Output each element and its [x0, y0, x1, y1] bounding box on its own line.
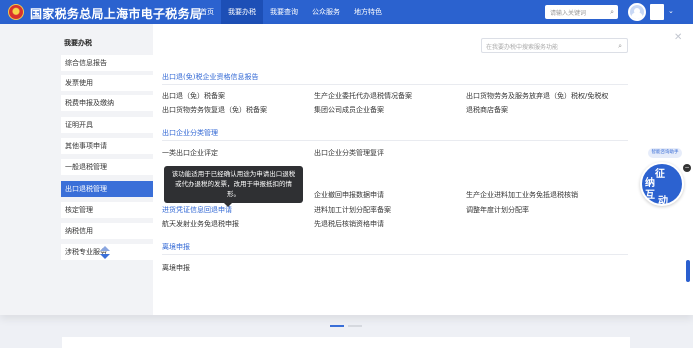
content-card-lower	[62, 337, 630, 348]
section-title-departure: 离境申报	[162, 243, 190, 251]
sidebar-item-export-refund[interactable]: 出口退税管理	[61, 181, 153, 197]
tax-emblem-icon	[8, 4, 24, 20]
header-search-placeholder: 请输入关键词	[550, 10, 587, 17]
assistant-char: 动	[658, 196, 668, 207]
assistant-tag[interactable]: 智能咨询助手	[648, 148, 682, 158]
service-link[interactable]: 先退税后核销资格申请	[314, 219, 384, 229]
service-link[interactable]: 生产企业进料加工业务免抵退税核销	[466, 190, 578, 200]
service-link[interactable]: 调整年度计划分配率	[466, 205, 529, 215]
section-title-qualification: 出口退(免)税企业资格信息报告	[162, 73, 259, 81]
service-link[interactable]: 离境申报	[162, 263, 190, 273]
sidebar-item-tax-declaration[interactable]: 税费申报及缴纳	[61, 95, 153, 111]
sidebar-item-invoice-use[interactable]: 发票使用	[61, 75, 153, 91]
panel-scrollbar[interactable]	[686, 260, 690, 282]
user-avatar[interactable]	[628, 3, 646, 21]
close-icon[interactable]: −	[683, 164, 691, 172]
chevron-down-icon[interactable]: ⌄	[668, 7, 674, 15]
service-link[interactable]: 航天发射业务免退税申报	[162, 219, 239, 229]
nav-public-service[interactable]: 公众服务	[305, 0, 347, 24]
pager-dot-active[interactable]	[330, 325, 344, 327]
sidebar-item-certificate[interactable]: 证明开具	[61, 117, 153, 133]
service-link[interactable]: 企业撤回申报数据申请	[314, 190, 384, 200]
scroll-down-icon[interactable]	[100, 254, 110, 259]
scroll-up-icon[interactable]	[100, 246, 110, 251]
service-search-input[interactable]: 在我要办税中搜索服务功能 ⌕	[481, 38, 628, 53]
service-link[interactable]: 一类出口企业评定	[162, 148, 218, 158]
search-icon[interactable]: ⌕	[618, 42, 622, 51]
service-link[interactable]: 集团公司成员企业备案	[314, 105, 384, 115]
assistant-char: 互	[645, 190, 655, 201]
service-link[interactable]: 出口企业分类管理复评	[314, 148, 384, 158]
main-nav: 首页 我要办税 我要查询 公众服务 地方特色	[193, 0, 389, 24]
site-title: 国家税务总局上海市电子税务局	[30, 7, 203, 21]
divider	[162, 84, 628, 85]
service-search-placeholder: 在我要办税中搜索服务功能	[486, 44, 559, 51]
divider	[162, 140, 628, 141]
top-header: 国家税务总局上海市电子税务局 首页 我要办税 我要查询 公众服务 地方特色 请输…	[0, 0, 693, 24]
header-search-input[interactable]: 请输入关键词 ⌕	[545, 5, 618, 19]
section-title-classification: 出口企业分类管理	[162, 129, 218, 137]
sidebar-item-info-report[interactable]: 综合信息报告	[61, 55, 153, 71]
sidebar-item-general-refund[interactable]: 一般退税管理	[61, 159, 153, 175]
user-name-box[interactable]	[650, 4, 664, 20]
service-link[interactable]: 进料加工计划分配率备案	[314, 205, 391, 215]
pager-dot[interactable]	[348, 325, 362, 327]
carousel-pager[interactable]	[330, 325, 362, 327]
service-link-hovered[interactable]: 进货凭证信息回退申请	[162, 205, 232, 215]
service-link[interactable]: 出口货物劳务及服务放弃退（免）税权/免税权	[466, 91, 608, 101]
assistant-char: 征	[655, 169, 665, 180]
sidebar-title: 我要办税	[64, 39, 92, 47]
service-link[interactable]: 出口退（免）税备案	[162, 91, 225, 101]
service-link[interactable]: 出口货物劳务恢复退（免）税备案	[162, 105, 267, 115]
category-sidebar: 我要办税 综合信息报告 发票使用 税费申报及缴纳 证明开具 其他事项申请 一般退…	[0, 24, 153, 315]
nav-query[interactable]: 我要查询	[263, 0, 305, 24]
sidebar-item-credit[interactable]: 纳税信用	[61, 223, 153, 239]
sidebar-item-other-requests[interactable]: 其他事项申请	[61, 138, 153, 154]
divider	[162, 254, 628, 255]
close-icon[interactable]: ✕	[674, 32, 682, 43]
service-tooltip: 该功能适用于已经确认用途为申请出口退税或代办退税的发票，改用于申报抵扣的情形。	[164, 166, 303, 207]
sidebar-scroll-arrows[interactable]	[100, 246, 110, 260]
assistant-button[interactable]: 征 纳 互 动	[640, 162, 684, 207]
sidebar-item-assessment[interactable]: 核定管理	[61, 202, 153, 218]
nav-local-features[interactable]: 地方特色	[347, 0, 389, 24]
mega-menu-panel: 我要办税 综合信息报告 发票使用 税费申报及缴纳 证明开具 其他事项申请 一般退…	[0, 24, 693, 315]
search-icon[interactable]: ⌕	[610, 8, 614, 17]
nav-tax-handling[interactable]: 我要办税	[221, 0, 263, 24]
service-link[interactable]: 生产企业委托代办退税情况备案	[314, 91, 412, 101]
service-link[interactable]: 退税商店备案	[466, 105, 508, 115]
nav-home[interactable]: 首页	[193, 0, 221, 24]
